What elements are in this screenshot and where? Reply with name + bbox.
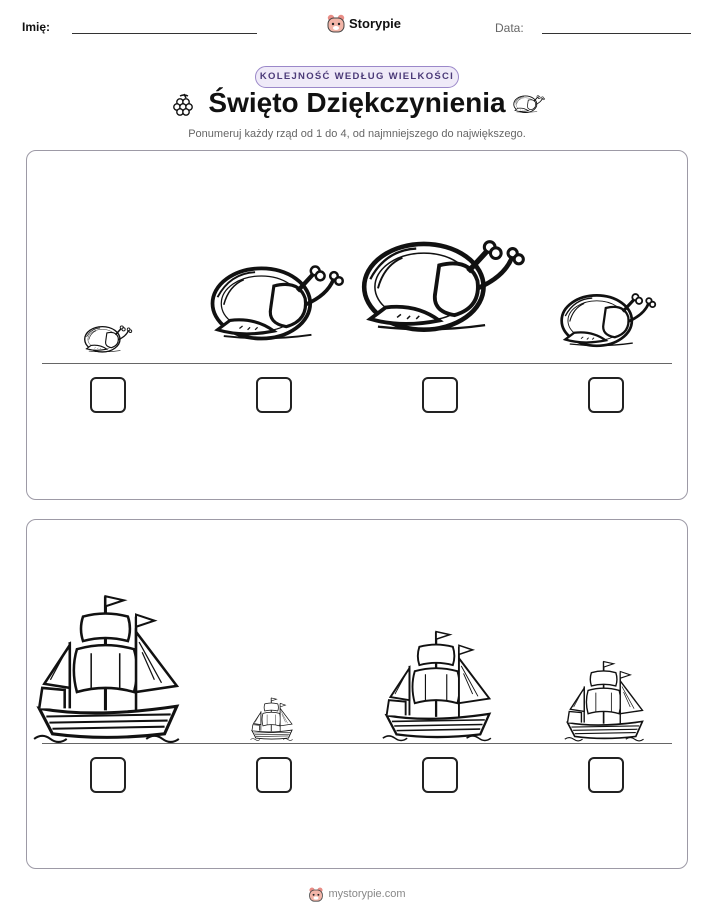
name-line[interactable] [72, 33, 257, 34]
bear-logo-icon [309, 887, 324, 902]
page-title: Święto Dziękczynienia [208, 87, 506, 118]
ground-line [42, 363, 672, 364]
turkey-icon-medium [560, 292, 657, 348]
answer-box[interactable] [90, 757, 126, 793]
answer-box[interactable] [588, 377, 624, 413]
name-label: Imię: [22, 20, 51, 34]
answer-box[interactable] [588, 757, 624, 793]
footer-url[interactable]: mystorypie.com [328, 888, 405, 900]
answer-box[interactable] [256, 757, 292, 793]
date-line[interactable] [542, 33, 691, 34]
bear-logo-icon [327, 14, 345, 33]
turkey-icon-largest [355, 232, 531, 360]
date-label: Data: [495, 21, 524, 35]
ship-icon-largest [32, 594, 181, 744]
ship-icon-medium [563, 660, 645, 742]
turkey-title-icon [513, 94, 546, 114]
brand-logo: Storypie [326, 13, 401, 33]
ground-line [42, 743, 672, 744]
turkey-icon-small [83, 325, 133, 353]
answer-box[interactable] [422, 377, 458, 413]
answer-box[interactable] [422, 757, 458, 793]
ship-icon-smallest [250, 697, 294, 741]
instructions: Ponumeruj każdy rząd od 1 do 4, od najmn… [188, 128, 526, 140]
footer: mystorypie.com [0, 886, 714, 902]
answer-box[interactable] [90, 377, 126, 413]
brand-name: Storypie [349, 15, 402, 31]
answer-box[interactable] [256, 377, 292, 413]
turkey-icon-large [205, 260, 349, 362]
category-badge: KOLEJNOŚĆ WEDŁUG WIELKOŚCI [255, 66, 459, 88]
ship-icon-large [381, 630, 493, 742]
